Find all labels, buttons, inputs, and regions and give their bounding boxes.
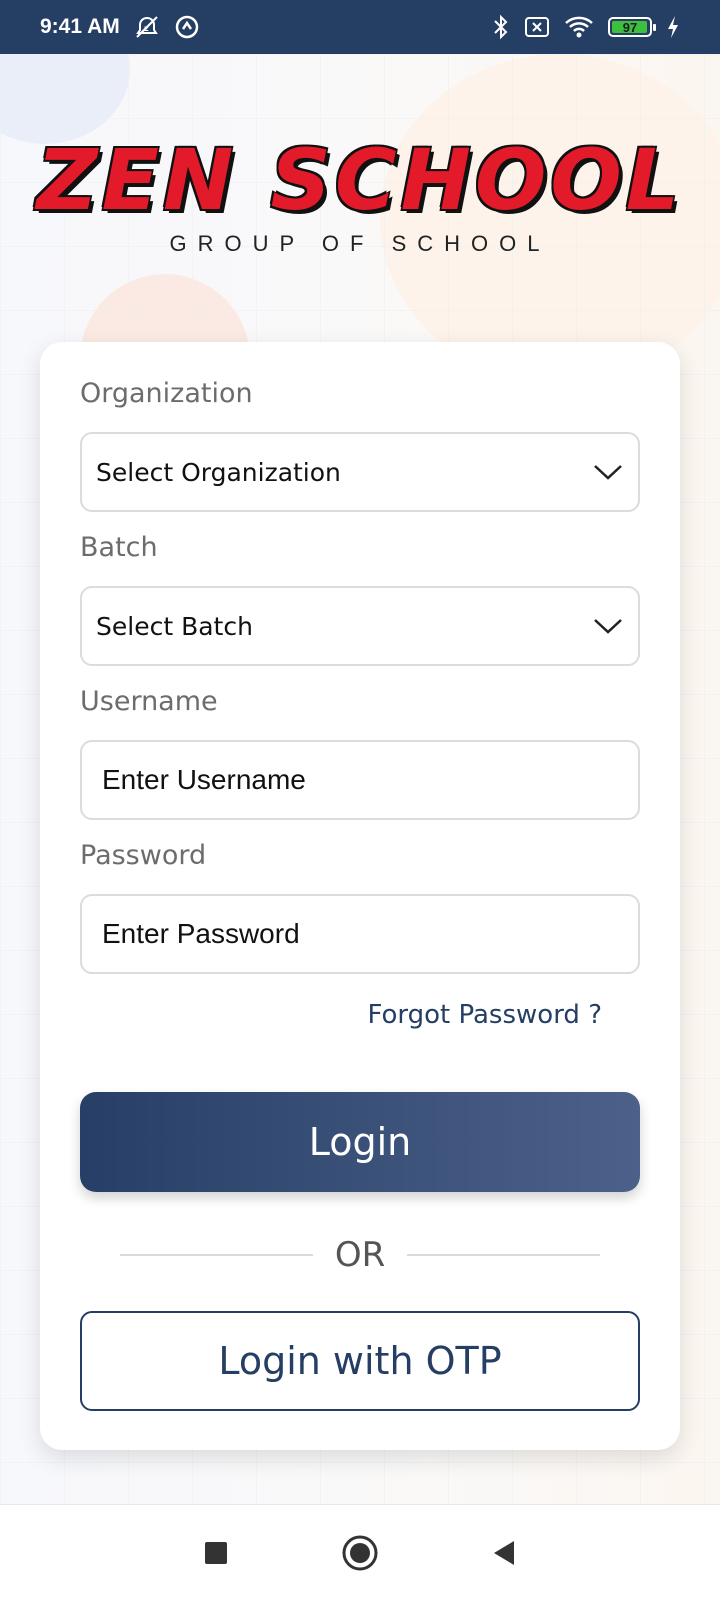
batch-label: Batch [80,532,158,563]
logo-subtitle: GROUP OF SCHOOL [169,231,551,256]
chevron-down-icon [592,616,624,636]
back-triangle-icon[interactable] [490,1538,518,1568]
organization-label: Organization [80,378,253,409]
system-nav-bar [0,1504,720,1600]
batch-select[interactable]: Select Batch [80,586,640,666]
charging-icon [666,15,680,39]
battery-level: 97 [622,19,638,35]
wifi-icon [564,15,594,39]
organization-select[interactable]: Select Organization [80,432,640,512]
no-sim-icon [524,16,550,38]
divider-line [120,1254,313,1256]
status-bar: 9:41 AM z 97 [0,0,720,54]
organization-select-value: Select Organization [96,457,341,487]
status-time: 9:41 AM [40,15,120,38]
sync-icon [174,14,200,40]
home-circle-icon[interactable] [340,1533,380,1573]
logo-title: ZEN SCHOOL [36,131,684,229]
username-field[interactable]: Enter Username [80,740,640,820]
username-placeholder: Enter Username [102,764,306,795]
login-button[interactable]: Login [80,1092,640,1192]
or-divider: OR [120,1230,601,1280]
divider-line [407,1254,601,1256]
school-logo: ZEN SCHOOL GROUP OF SCHOOL [0,135,720,257]
or-text: OR [334,1235,386,1275]
login-with-otp-button[interactable]: Login with OTP [80,1311,640,1411]
chevron-down-icon [592,462,624,482]
login-card: Organization Select Organization Batch S… [40,342,680,1450]
password-placeholder: Enter Password [102,918,300,949]
username-label: Username [80,686,218,717]
recents-square-icon[interactable] [202,1539,230,1567]
bluetooth-icon [492,14,510,40]
password-label: Password [80,840,207,871]
batch-select-value: Select Batch [96,611,253,641]
dnd-bell-off-icon: z [134,14,160,40]
forgot-password-link[interactable]: Forgot Password ? [367,1000,602,1030]
password-field[interactable]: Enter Password [80,894,640,974]
battery-icon: 97 [608,17,656,37]
svg-text:z: z [144,24,149,33]
